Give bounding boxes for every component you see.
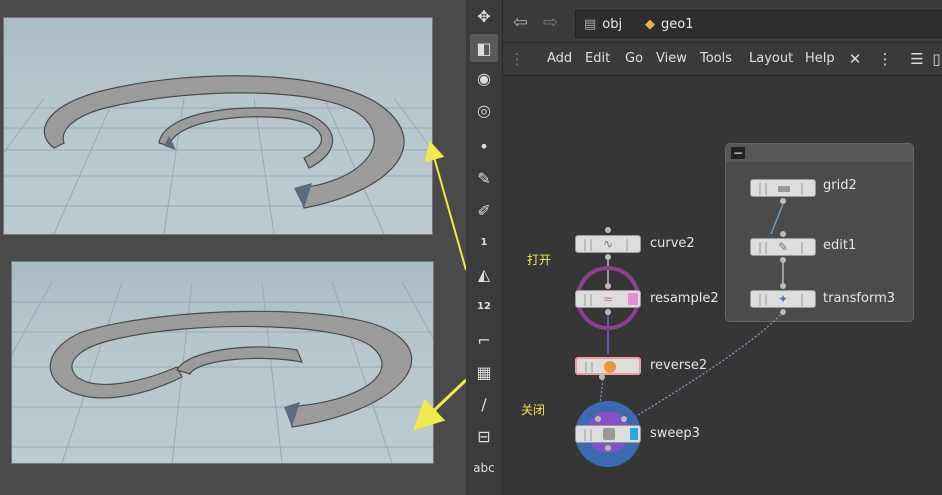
node-stripe [590, 294, 592, 306]
node-grid2[interactable] [750, 179, 816, 197]
node-stripe [590, 429, 592, 441]
handle-tool-icon[interactable]: ✥ [470, 2, 498, 30]
menu-edit[interactable]: Edit [585, 51, 610, 66]
node-edit1[interactable]: ✎ [750, 238, 816, 256]
reverse-icon [604, 361, 616, 373]
text-tool-icon[interactable]: abc [470, 454, 498, 482]
menu-help[interactable]: Help [805, 51, 835, 66]
node-input-port-1[interactable] [595, 416, 601, 422]
node-stripe [759, 183, 761, 195]
display-flag-pink[interactable] [628, 293, 638, 305]
snap-tool-icon[interactable]: ⌐ [470, 326, 498, 354]
arrow-to-closed-viewport [413, 378, 466, 431]
node-stripe [584, 294, 586, 306]
node-output-port[interactable] [780, 257, 786, 263]
node-stripe [759, 294, 761, 306]
node-stripe [584, 429, 586, 441]
tree-view-icon[interactable]: ⋮ [875, 49, 895, 69]
menu-layout[interactable]: Layout [749, 51, 793, 66]
brush-tool-icon[interactable]: ✎ [470, 164, 498, 192]
node-input-port[interactable] [605, 227, 611, 233]
node-stripe [759, 242, 761, 254]
network-canvas[interactable]: − ∿ curve2 ≈ resample2 reverse2 sweep3 g… [503, 76, 942, 495]
camera-eye-icon[interactable]: ◉ [470, 64, 498, 92]
node-output-port[interactable] [599, 374, 605, 380]
obj-icon: ▤ [584, 16, 597, 32]
node-stripe [591, 362, 593, 374]
wrench-icon[interactable]: ✕ [845, 49, 865, 69]
node-label-reverse2: reverse2 [650, 358, 708, 373]
node-wires [597, 203, 784, 422]
shelf-toolbar: ✥ ◧ ◉ ◎ • ✎ ✐ 1 ◭ 12 ⌐ ▦ ∕ ⊟ abc [466, 0, 503, 495]
network-editor-pane: ⇦ ⇨ ▤ obj ◆ geo1 ⋮ Add Edit Go View Tool… [503, 0, 942, 495]
annotation-close: 关闭 [521, 403, 546, 417]
node-output-port[interactable] [605, 254, 611, 260]
node-resample2[interactable]: ≈ [575, 290, 641, 308]
forward-arrow-icon[interactable]: ⇨ [543, 12, 558, 33]
wire-grid-edit [770, 203, 784, 235]
menu-tools[interactable]: Tools [700, 51, 732, 66]
paint-tool-icon[interactable]: ✐ [470, 196, 498, 224]
node-curve2[interactable]: ∿ [575, 235, 641, 253]
node-stripe [765, 183, 767, 195]
node-reverse2[interactable] [575, 357, 641, 375]
more-icon[interactable]: ▯ [931, 49, 942, 69]
node-input-port[interactable] [605, 283, 611, 289]
annotation-arrows [413, 140, 466, 431]
menu-add[interactable]: Add [547, 51, 572, 66]
node-label-sweep3: sweep3 [650, 426, 700, 441]
grid-icon [778, 186, 790, 192]
screenshot-collage [0, 0, 466, 495]
display-option-12-icon[interactable]: 12 [470, 292, 498, 320]
menu-go[interactable]: Go [625, 51, 643, 66]
node-input-port-2[interactable] [621, 416, 627, 422]
node-output-port[interactable] [780, 198, 786, 204]
node-label-resample2: resample2 [650, 291, 719, 306]
node-input-port[interactable] [780, 231, 786, 237]
frame-tool-icon[interactable]: ⊟ [470, 422, 498, 450]
sweep-icon [603, 428, 615, 440]
view-tool-icon[interactable]: ◧ [470, 34, 498, 62]
node-output-port[interactable] [605, 309, 611, 315]
node-label-edit1: edit1 [823, 238, 857, 253]
node-stripe [801, 183, 803, 195]
back-arrow-icon[interactable]: ⇦ [513, 12, 528, 33]
node-stripe [590, 239, 592, 251]
annotation-open: 打开 [527, 253, 552, 267]
node-stripe [801, 242, 803, 254]
pane-grip-icon[interactable]: ⋮ [507, 49, 527, 69]
display-option-1-icon[interactable]: 1 [470, 228, 498, 256]
node-stripe [585, 362, 587, 374]
transform-icon: ✦ [778, 292, 789, 306]
node-stripe [801, 294, 803, 306]
clean-tool-icon[interactable]: ◭ [470, 260, 498, 288]
network-menu-bar: ⋮ Add Edit Go View Tools Layout Help ✕ ⋮… [503, 43, 942, 76]
geo-icon: ◆ [645, 16, 655, 32]
node-input-port[interactable] [780, 283, 786, 289]
render-eye-icon[interactable]: ◎ [470, 96, 498, 124]
checker-tool-icon[interactable]: ▦ [470, 358, 498, 386]
node-stripe [626, 239, 628, 251]
node-stripe [584, 239, 586, 251]
node-label-transform3: transform3 [823, 291, 896, 306]
node-stripe [765, 294, 767, 306]
node-stripe [765, 242, 767, 254]
crumb-geo1[interactable]: ◆ geo1 [637, 10, 942, 38]
node-transform3[interactable]: ✦ [750, 290, 816, 308]
arrow-to-open-viewport [425, 140, 466, 271]
list-view-icon[interactable]: ☰ [907, 49, 927, 69]
node-sweep3[interactable] [575, 425, 641, 443]
node-output-port[interactable] [780, 309, 786, 315]
curve-icon: ∿ [603, 237, 614, 251]
point-tool-icon[interactable]: • [470, 132, 498, 160]
resample-icon: ≈ [603, 292, 614, 306]
display-flag-blue[interactable] [630, 428, 638, 440]
menu-view[interactable]: View [656, 51, 687, 66]
node-label-curve2: curve2 [650, 236, 695, 251]
path-bar: ⇦ ⇨ ▤ obj ◆ geo1 [503, 0, 942, 43]
knife-tool-icon[interactable]: ∕ [470, 390, 498, 418]
node-label-grid2: grid2 [823, 178, 857, 193]
edit-icon: ✎ [778, 240, 789, 254]
node-output-port[interactable] [605, 445, 611, 451]
